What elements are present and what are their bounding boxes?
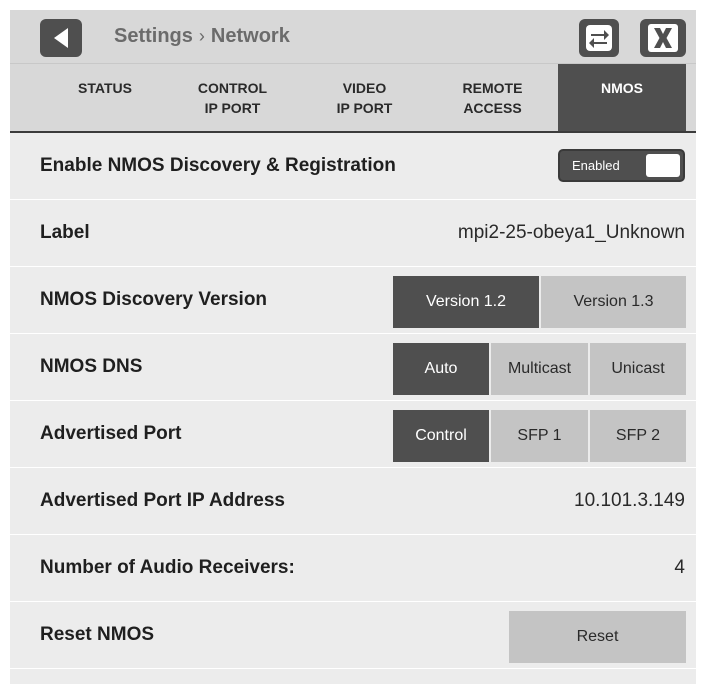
swap-arrows-icon	[586, 25, 612, 51]
breadcrumb: Settings › Network	[114, 23, 290, 49]
version-1-3-button[interactable]: Version 1.3	[541, 276, 686, 328]
row-reset-nmos: Reset NMOS Reset	[10, 602, 696, 669]
port-sfp1-button[interactable]: SFP 1	[491, 410, 588, 462]
row-label: Advertised Port	[40, 423, 182, 444]
row-label: NMOS Discovery Version	[40, 289, 268, 310]
breadcrumb-separator: ›	[198, 25, 205, 46]
advertised-ip-value: 10.101.3.149	[574, 490, 685, 511]
settings-panel: Settings › Network STATUS CONTROL IP POR…	[10, 10, 696, 684]
row-label: Label	[40, 222, 90, 243]
enable-toggle[interactable]: Enabled	[558, 149, 685, 182]
tab-label-line2: ACCESS	[463, 99, 522, 116]
tab-bar: STATUS CONTROL IP PORT VIDEO IP PORT REM…	[10, 64, 696, 133]
tab-label-line1: CONTROL	[197, 79, 268, 96]
row-audio-receivers: Number of Audio Receivers: 4	[10, 535, 696, 602]
close-button[interactable]	[640, 19, 686, 57]
tab-status[interactable]: STATUS	[35, 64, 175, 131]
row-label: Advertised Port IP Address	[40, 490, 285, 511]
version-1-2-button[interactable]: Version 1.2	[393, 276, 539, 328]
tab-label-line2: IP PORT	[204, 99, 261, 116]
tab-label-line1: STATUS	[78, 79, 132, 96]
tab-label-line1: REMOTE	[462, 79, 523, 96]
port-control-button[interactable]: Control	[393, 410, 489, 462]
back-button[interactable]	[40, 19, 82, 57]
close-x-icon	[648, 24, 678, 52]
breadcrumb-parent[interactable]: Settings	[114, 25, 193, 48]
tab-label-line1: NMOS	[601, 79, 643, 96]
row-enable-nmos: Enable NMOS Discovery & Registration Ena…	[10, 133, 696, 200]
label-value[interactable]: mpi2-25-obeya1_Unknown	[458, 200, 685, 266]
audio-receivers-value: 4	[674, 557, 685, 578]
tab-label-line1: VIDEO	[342, 79, 387, 96]
row-discovery-version: NMOS Discovery Version Version 1.2 Versi…	[10, 267, 696, 334]
toggle-state-label: Enabled	[572, 158, 620, 173]
row-nmos-dns: NMOS DNS Auto Multicast Unicast	[10, 334, 696, 401]
tab-remote-access[interactable]: REMOTE ACCESS	[435, 64, 550, 131]
tab-nmos[interactable]: NMOS	[558, 64, 686, 131]
header-bar: Settings › Network	[10, 10, 696, 64]
row-label-field: Label mpi2-25-obeya1_Unknown	[10, 200, 696, 267]
dns-auto-button[interactable]: Auto	[393, 343, 489, 395]
row-advertised-port: Advertised Port Control SFP 1 SFP 2	[10, 401, 696, 468]
toggle-knob	[646, 154, 680, 177]
row-label: NMOS DNS	[40, 356, 143, 377]
back-arrow-icon	[54, 28, 68, 48]
dns-multicast-button[interactable]: Multicast	[491, 343, 588, 395]
tab-label-line2: IP PORT	[336, 99, 393, 116]
row-label: Enable NMOS Discovery & Registration	[40, 155, 396, 176]
dns-unicast-button[interactable]: Unicast	[590, 343, 686, 395]
swap-button[interactable]	[579, 19, 619, 57]
row-label: Reset NMOS	[40, 624, 155, 645]
reset-button[interactable]: Reset	[509, 611, 686, 663]
row-label: Number of Audio Receivers:	[40, 557, 295, 578]
row-advertised-ip: Advertised Port IP Address 10.101.3.149	[10, 468, 696, 535]
tab-video-ip-port[interactable]: VIDEO IP PORT	[307, 64, 422, 131]
port-sfp2-button[interactable]: SFP 2	[590, 410, 686, 462]
breadcrumb-current: Network	[210, 24, 290, 47]
tab-control-ip-port[interactable]: CONTROL IP PORT	[175, 64, 290, 131]
